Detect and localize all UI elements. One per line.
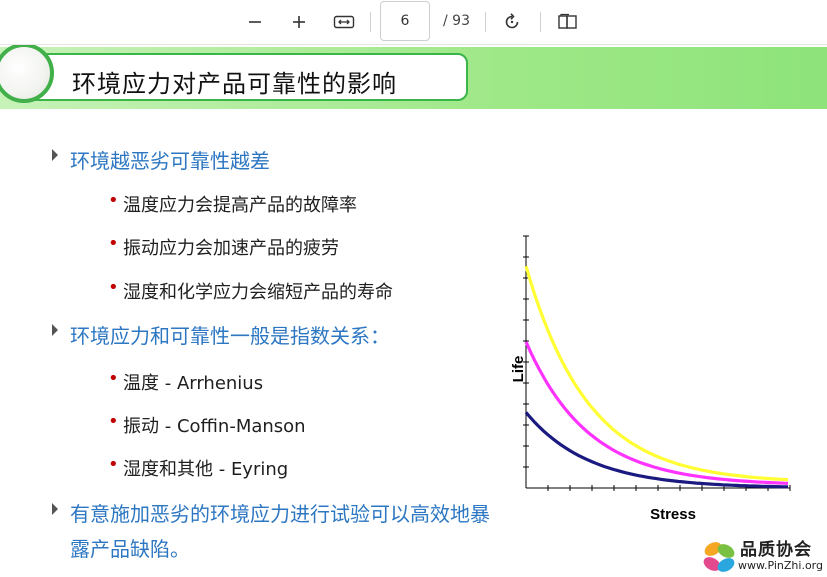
pinzhi-logo-icon (703, 542, 735, 572)
bullet-level2: 湿度和其他 - Eyring (123, 459, 289, 480)
page-number-input[interactable] (380, 1, 430, 41)
minus-icon (249, 21, 261, 23)
bullet-level1: 环境越恶劣可靠性越差 (70, 149, 270, 173)
bullet-level2: 湿度和化学应力会缩短产品的寿命 (123, 282, 393, 303)
bullet-arrow-icon (52, 503, 58, 515)
bullet-dot-icon: • (108, 277, 119, 298)
fit-width-button[interactable] (332, 10, 356, 34)
toolbar-separator (540, 12, 541, 32)
chart-xlabel: Stress (650, 506, 696, 523)
chart-series (524, 265, 789, 489)
bullet-arrow-icon (52, 324, 58, 336)
bullet-arrow-icon (52, 149, 58, 161)
zoom-in-button[interactable] (287, 10, 311, 34)
zoom-out-button[interactable] (243, 10, 267, 34)
slide-page: 环境应力对产品可靠性的影响 环境越恶劣可靠性越差 • 温度应力会提高产品的故障率… (0, 45, 827, 577)
bullet-level2: 温度应力会提高产品的故障率 (123, 195, 357, 216)
watermark-name: 品质协会 (740, 540, 812, 560)
rotate-button[interactable] (500, 10, 524, 34)
toolbar-separator (370, 12, 371, 32)
chart-series-line-2 (524, 341, 789, 485)
bullet-level2: 振动 - Coffin-Manson (123, 416, 306, 437)
watermark-url: www.PinZhi.org (738, 559, 823, 572)
bullet-dot-icon: • (108, 368, 119, 389)
bullet-level2: 温度 - Arrhenius (123, 373, 264, 394)
bullet-dot-icon: • (108, 411, 119, 432)
bullet-level2: 振动应力会加速产品的疲劳 (123, 238, 339, 259)
bullet-level1: 环境应力和可靠性一般是指数关系： (70, 324, 390, 348)
pinzhi-watermark: 品质协会 www.PinZhi.org (700, 535, 827, 577)
bullet-dot-icon: • (108, 454, 119, 475)
pdf-toolbar: / 93 (0, 0, 827, 45)
bullet-dot-icon: • (108, 233, 119, 254)
plus-icon (293, 16, 305, 28)
bullet-level1: 有意施加恶劣的环境应力进行试验可以高效地暴 (70, 502, 490, 526)
page-total: / 93 (443, 13, 470, 29)
stress-life-chart: Life Stress (510, 235, 791, 523)
fit-width-icon (333, 15, 355, 29)
bullet-dot-icon: • (108, 190, 119, 211)
rotate-icon (505, 13, 519, 29)
two-page-icon (558, 13, 577, 29)
chart-ylabel: Life (510, 356, 527, 383)
bullet-level1-continued: 露产品缺陷。 (70, 537, 190, 561)
slide-title: 环境应力对产品可靠性的影响 (72, 70, 397, 98)
two-page-view-button[interactable] (556, 10, 580, 34)
toolbar-separator (485, 12, 486, 32)
